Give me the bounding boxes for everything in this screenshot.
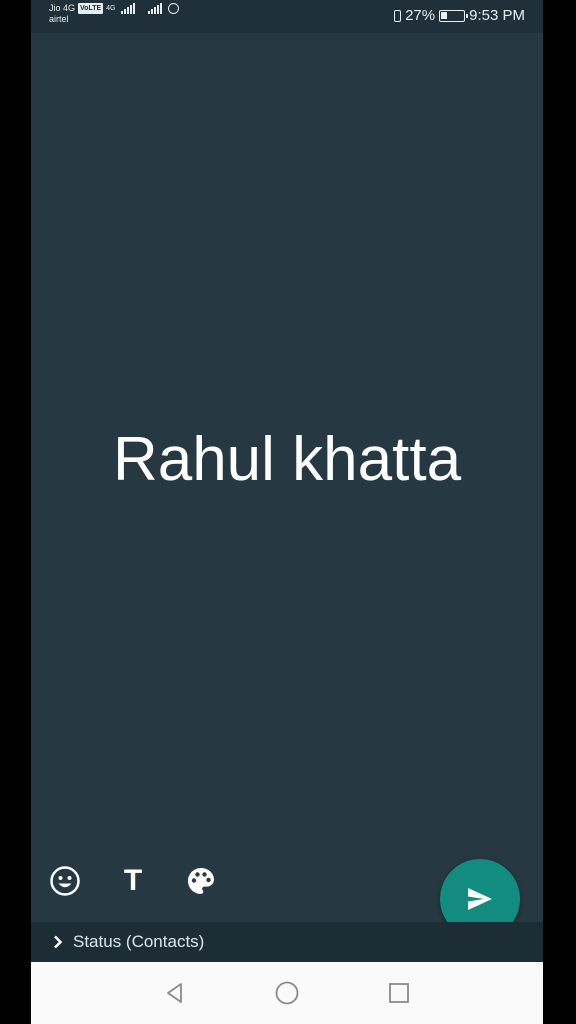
palette-icon bbox=[188, 868, 214, 894]
text-font-button[interactable]: T bbox=[115, 863, 151, 899]
signal-icon bbox=[120, 3, 135, 14]
carrier-2: airtel bbox=[49, 14, 69, 24]
network-type: 4G bbox=[106, 5, 116, 12]
carrier-1: Jio 4G bbox=[49, 3, 76, 13]
chevron-right-icon bbox=[53, 935, 63, 949]
home-icon bbox=[275, 981, 299, 1005]
home-button[interactable] bbox=[267, 973, 307, 1013]
background-color-button[interactable] bbox=[183, 863, 219, 899]
status-bar-right: 27% 9:53 PM bbox=[394, 7, 525, 24]
status-bar: Jio 4G VoLTE 4G airtel 27% 9:53 PM bbox=[31, 0, 543, 33]
signal-icon bbox=[147, 3, 162, 14]
text-font-icon: T bbox=[123, 864, 143, 897]
back-icon bbox=[167, 983, 182, 1003]
whatsapp-icon bbox=[167, 3, 179, 14]
status-audience-selector[interactable]: Status (Contacts) bbox=[31, 922, 543, 962]
status-text-input[interactable]: Rahul khatta bbox=[31, 420, 543, 500]
recents-button[interactable] bbox=[379, 973, 419, 1013]
status-bar-left: Jio 4G VoLTE 4G airtel bbox=[49, 3, 179, 25]
volte-badge: VoLTE bbox=[78, 3, 104, 14]
system-navigation-bar bbox=[31, 962, 543, 1024]
battery-icon bbox=[439, 9, 469, 22]
audience-label: Status (Contacts) bbox=[73, 932, 205, 951]
status-composer-screen: Jio 4G VoLTE 4G airtel 27% 9:53 PM Rahul… bbox=[31, 0, 543, 1024]
back-button[interactable] bbox=[155, 973, 195, 1013]
send-icon bbox=[468, 888, 492, 910]
emoji-icon bbox=[50, 866, 80, 896]
vibrate-icon bbox=[394, 9, 402, 22]
battery-percent: 27% bbox=[405, 7, 436, 24]
recents-icon bbox=[389, 983, 409, 1003]
clock: 9:53 PM bbox=[469, 7, 525, 24]
emoji-button[interactable] bbox=[47, 863, 83, 899]
